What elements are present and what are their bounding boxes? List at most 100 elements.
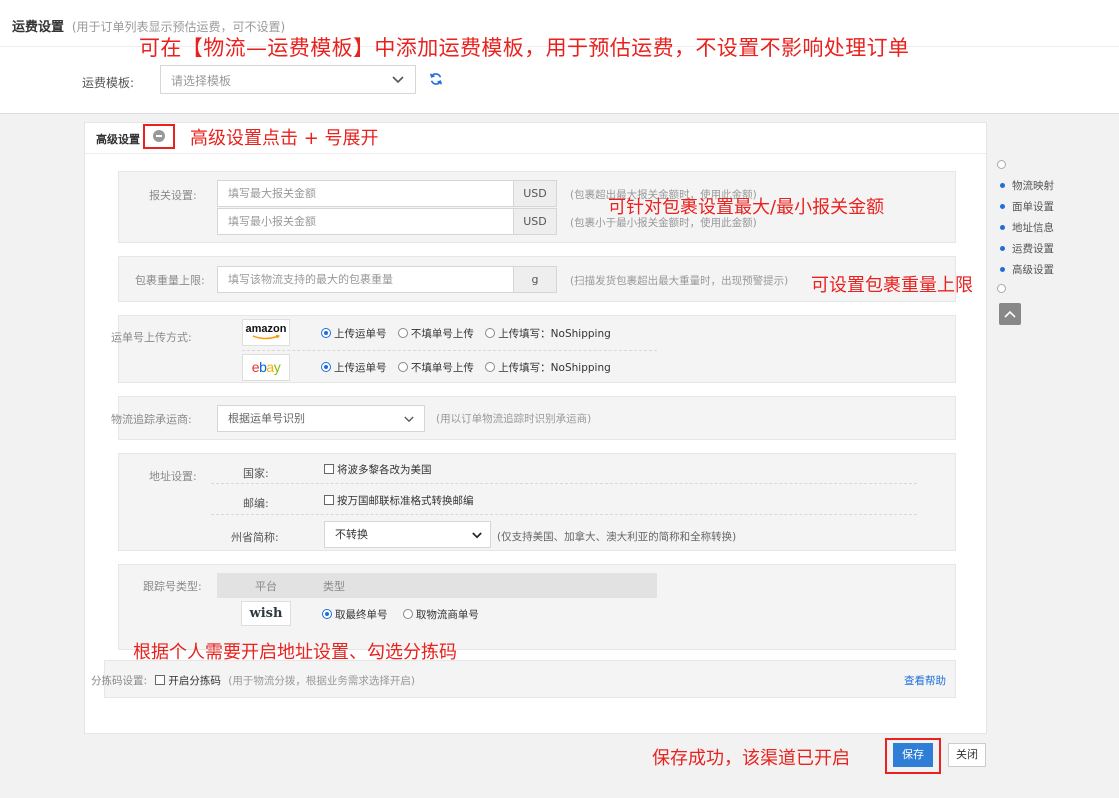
checkbox-icon [324, 464, 334, 474]
ebay-logo-letter: e [251, 359, 260, 375]
max-customs-input[interactable]: 填写最大报关金额 [217, 180, 514, 207]
divider [211, 514, 917, 515]
save-button[interactable]: 保存 [893, 743, 933, 767]
amazon-option-no-tracking[interactable]: 不填单号上传 [397, 328, 474, 340]
upload-method-section: 运单号上传方式: amazon 上传运单号 不填单号上传 上传填写：NoShip… [111, 315, 956, 383]
tracking-col-platform: 平台 [255, 580, 277, 593]
freight-section-title: 运费设置 [12, 20, 65, 35]
country-label: 国家: [243, 467, 269, 480]
chevron-down-icon [472, 532, 482, 539]
amazon-option-upload-tracking[interactable]: 上传运单号 [321, 328, 387, 340]
tracking-col-type: 类型 [323, 580, 345, 593]
weight-label: 包裹重量上限: [135, 274, 205, 287]
tracking-type-options: 取最终单号 取物流商单号 [322, 607, 479, 622]
max-weight-input[interactable]: 填写该物流支持的最大的包裹重量 [217, 266, 514, 293]
carrier-hint: (用以订单物流追踪时识别承运商) [436, 413, 592, 425]
address-label: 地址设置: [149, 470, 197, 483]
weight-unit-addon: g [513, 266, 557, 293]
ebay-option-no-tracking[interactable]: 不填单号上传 [397, 362, 474, 374]
template-select-value: 请选择模板 [171, 74, 232, 88]
radio-icon [321, 328, 331, 338]
divider [242, 350, 657, 351]
annotation-address: 根据个人需要开启地址设置、勾选分拣码 [133, 642, 457, 663]
ebay-option-noshipping[interactable]: 上传填写：NoShipping [485, 362, 611, 374]
state-hint: (仅支持美国、加拿大、澳大利亚的简称和全称转换) [497, 531, 737, 543]
chevron-up-icon [1004, 310, 1016, 318]
min-currency-addon: USD [513, 208, 557, 235]
amazon-logo: amazon [242, 319, 290, 346]
amazon-logo-text: amazon [245, 323, 287, 335]
state-label: 州省简称: [231, 531, 279, 544]
chevron-down-icon [392, 76, 404, 84]
min-customs-input[interactable]: 填写最小报关金额 [217, 208, 514, 235]
carrier-section: 物流追踪承运商: 根据运单号识别 (用以订单物流追踪时识别承运商) [111, 396, 956, 440]
nav-item-logistics-mapping[interactable]: 物流映射 [1000, 178, 1054, 193]
annotation-weight: 可设置包裹重量上限 [811, 275, 973, 296]
customs-label: 报关设置: [149, 189, 197, 202]
minus-icon [156, 135, 162, 137]
tracking-option-final[interactable]: 取最终单号 [322, 609, 388, 621]
annotation-freight-template: 可在【物流—运费模板】中添加运费模板，用于预估运费，不设置不影响处理订单 [139, 36, 910, 60]
weight-hint: (扫描发货包裹超出最大重量时，出现预警提示) [570, 275, 789, 287]
ebay-logo: ebay [242, 354, 290, 381]
radio-icon [402, 609, 413, 619]
wish-logo: wish [241, 601, 291, 626]
zip-label: 邮编: [243, 497, 269, 510]
close-button[interactable]: 关闭 [948, 743, 986, 767]
amazon-option-noshipping[interactable]: 上传填写：NoShipping [485, 328, 611, 340]
address-section: 地址设置: 国家: 将波多黎各改为美国 邮编: 按万国邮联标准格式转换邮编 州省… [118, 453, 956, 551]
nav-dot-icon [1000, 183, 1005, 188]
sorting-code-hint: (用于物流分拨，根据业务需求选择开启) [228, 675, 415, 687]
tracking-type-label: 跟踪号类型: [143, 580, 202, 593]
upload-method-label: 运单号上传方式: [111, 331, 192, 344]
radio-icon [321, 362, 331, 372]
refresh-icon[interactable] [429, 72, 443, 86]
nav-item-label-settings[interactable]: 面单设置 [1000, 199, 1054, 214]
amazon-upload-options: 上传运单号 不填单号上传 上传填写：NoShipping [321, 326, 611, 341]
nav-dot-icon [1000, 246, 1005, 251]
nav-start-marker [997, 160, 1006, 169]
nav-item-freight-settings[interactable]: 运费设置 [1000, 241, 1054, 256]
divider [85, 153, 986, 154]
tracking-option-carrier[interactable]: 取物流商单号 [402, 609, 479, 621]
sorting-code-section: 分拣码设置: 开启分拣码 (用于物流分拨，根据业务需求选择开启) 查看帮助 [91, 660, 956, 698]
collapse-toggle[interactable] [153, 130, 165, 142]
nav-dot-icon [1000, 225, 1005, 230]
sorting-code-row: 分拣码设置: 开启分拣码 (用于物流分拨，根据业务需求选择开启) [91, 673, 415, 688]
radio-icon [322, 609, 332, 619]
checkbox-icon [324, 495, 334, 505]
state-select-value: 不转换 [335, 528, 368, 541]
nav-dot-icon [1000, 267, 1005, 272]
country-checkbox[interactable]: 将波多黎各改为美国 [324, 462, 432, 477]
advanced-title: 高级设置 [96, 133, 140, 146]
annotation-customs: 可针对包裹设置最大/最小报关金额 [608, 197, 885, 218]
help-link[interactable]: 查看帮助 [904, 673, 946, 688]
annotation-save: 保存成功，该渠道已开启 [652, 748, 850, 769]
state-select[interactable]: 不转换 [324, 521, 491, 548]
divider [211, 483, 917, 484]
radio-icon [485, 328, 496, 338]
nav-dot-icon [1000, 204, 1005, 209]
back-to-top-button[interactable] [999, 303, 1021, 325]
zip-checkbox[interactable]: 按万国邮联标准格式转换邮编 [324, 493, 474, 508]
nav-item-advanced-settings[interactable]: 高级设置 [1000, 262, 1054, 277]
ebay-logo-letter: a [266, 359, 274, 375]
annotation-expand: 高级设置点击 + 号展开 [190, 128, 379, 149]
checkbox-icon [155, 675, 166, 685]
carrier-select-value: 根据运单号识别 [228, 412, 305, 425]
nav-end-marker [997, 284, 1006, 293]
ebay-option-upload-tracking[interactable]: 上传运单号 [321, 362, 387, 374]
ebay-logo-letter: y [273, 359, 281, 375]
nav-item-address-info[interactable]: 地址信息 [1000, 220, 1054, 235]
template-select[interactable]: 请选择模板 [160, 65, 416, 94]
carrier-label: 物流追踪承运商: [111, 413, 192, 426]
radio-icon [397, 362, 408, 372]
tracking-table-header: 平台 类型 [217, 573, 657, 598]
sorting-code-checkbox[interactable]: 开启分拣码 [155, 675, 221, 687]
ebay-upload-options: 上传运单号 不填单号上传 上传填写：NoShipping [321, 360, 611, 375]
radio-icon [485, 362, 496, 372]
carrier-select[interactable]: 根据运单号识别 [217, 405, 425, 432]
radio-icon [397, 328, 408, 338]
max-currency-addon: USD [513, 180, 557, 207]
sorting-code-label: 分拣码设置: [91, 675, 148, 687]
